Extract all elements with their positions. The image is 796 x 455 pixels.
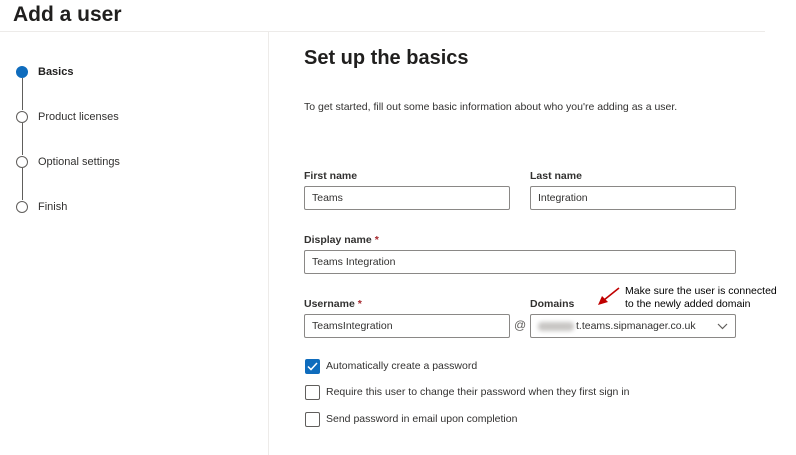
chevron-down-icon bbox=[716, 320, 728, 332]
step-indicator-icon bbox=[16, 201, 28, 213]
first-name-input[interactable]: Teams bbox=[304, 186, 510, 210]
username-input[interactable]: TeamsIntegration bbox=[304, 314, 510, 338]
auto-password-checkbox[interactable] bbox=[305, 358, 320, 374]
redacted-domain-prefix bbox=[538, 321, 574, 331]
require-password-change-checkbox[interactable] bbox=[305, 384, 320, 400]
step-indicator-icon bbox=[16, 156, 28, 168]
step-indicator-icon bbox=[16, 111, 28, 123]
domains-label: Domains bbox=[530, 298, 575, 310]
checkbox-label: Send password in email upon completion bbox=[326, 413, 518, 425]
username-label-text: Username bbox=[304, 298, 355, 310]
step-active-indicator-icon bbox=[16, 66, 28, 78]
required-marker: * bbox=[357, 298, 362, 310]
display-name-label: Display name * bbox=[304, 234, 379, 246]
section-title: Set up the basics bbox=[304, 47, 469, 69]
step-connector bbox=[21, 78, 23, 110]
header-divider bbox=[0, 31, 765, 32]
checkbox-label: Require this user to change their passwo… bbox=[326, 386, 630, 398]
send-password-email-checkbox[interactable] bbox=[305, 411, 320, 427]
domains-selected-value: t.teams.sipmanager.co.uk bbox=[576, 320, 696, 332]
page-title: Add a user bbox=[13, 3, 122, 26]
at-separator: @ bbox=[514, 318, 527, 332]
username-label: Username * bbox=[304, 298, 362, 310]
step-label: Product licenses bbox=[38, 111, 119, 123]
require-password-change-option[interactable]: Require this user to change their passwo… bbox=[305, 384, 630, 400]
annotation-line: to the newly added domain bbox=[625, 298, 751, 310]
panel-divider bbox=[268, 32, 269, 455]
annotation-arrow-icon bbox=[598, 287, 620, 305]
step-finish[interactable]: Finish bbox=[16, 200, 67, 214]
annotation-line: Make sure the user is connected bbox=[625, 285, 777, 297]
step-label: Optional settings bbox=[38, 156, 120, 168]
step-product-licenses[interactable]: Product licenses bbox=[16, 110, 119, 124]
auto-password-option[interactable]: Automatically create a password bbox=[305, 358, 477, 374]
step-basics[interactable]: Basics bbox=[16, 65, 73, 79]
first-name-label: First name bbox=[304, 170, 358, 182]
send-password-email-option[interactable]: Send password in email upon completion bbox=[305, 411, 517, 427]
intro-text: To get started, fill out some basic info… bbox=[304, 101, 678, 113]
step-label: Basics bbox=[38, 66, 74, 78]
checkmark-icon bbox=[307, 361, 318, 371]
last-name-label: Last name bbox=[530, 170, 582, 182]
step-optional-settings[interactable]: Optional settings bbox=[16, 155, 120, 169]
domains-dropdown[interactable]: t.teams.sipmanager.co.uk bbox=[530, 314, 736, 338]
last-name-input[interactable]: Integration bbox=[530, 186, 736, 210]
display-name-input[interactable]: Teams Integration bbox=[304, 250, 736, 274]
required-marker: * bbox=[374, 234, 379, 246]
step-label: Finish bbox=[38, 201, 68, 213]
step-connector bbox=[21, 168, 23, 200]
display-name-label-text: Display name bbox=[304, 234, 372, 246]
step-connector bbox=[21, 123, 23, 155]
checkbox-label: Automatically create a password bbox=[326, 360, 478, 372]
annotation-note: Make sure the user is connected to the n… bbox=[625, 285, 777, 311]
